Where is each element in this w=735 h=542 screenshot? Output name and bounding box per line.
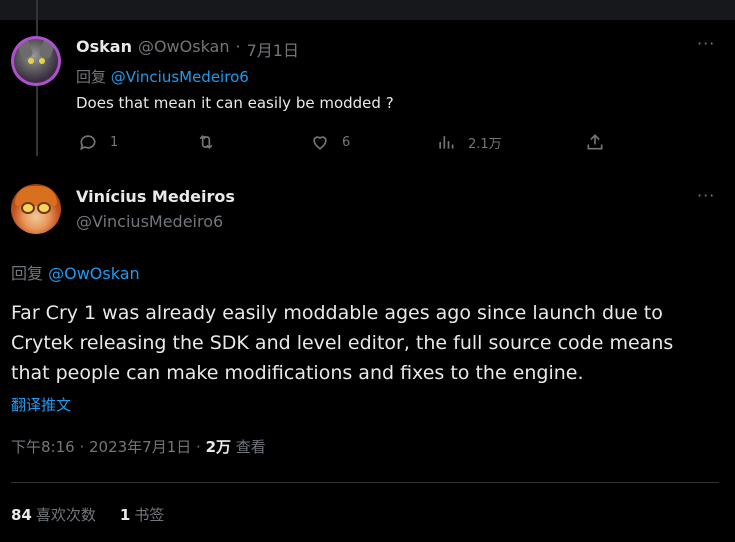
like-button[interactable]: 6	[310, 132, 350, 152]
reply-icon	[80, 135, 96, 151]
more-icon[interactable]: ···	[697, 34, 715, 53]
likes-label: 喜欢次数	[35, 506, 96, 524]
divider	[11, 482, 719, 483]
likes-count: 84	[11, 506, 32, 524]
tweet-text: Far Cry 1 was already easily moddable ag…	[11, 302, 674, 384]
like-count: 6	[342, 134, 351, 150]
separator-dot: ·	[235, 37, 241, 56]
reply-prefix: 回复	[76, 68, 107, 86]
avatar[interactable]	[11, 184, 61, 234]
views-icon	[439, 136, 454, 149]
view-count: 2.1万	[468, 136, 502, 152]
reply-prefix: 回复	[11, 264, 44, 283]
share-button[interactable]	[585, 132, 605, 152]
display-name[interactable]: Vinícius Medeiros	[76, 187, 235, 206]
engagement-stats: 84 喜欢次数 1 书签	[11, 504, 164, 525]
reply-context: 回复 @OwOskan	[11, 260, 140, 284]
bookmarks-stat[interactable]: 1 书签	[120, 504, 164, 525]
reply-button[interactable]: 1	[78, 132, 118, 152]
retweet-icon	[199, 134, 213, 150]
translate-link[interactable]: 翻译推文	[11, 394, 71, 415]
likes-stat[interactable]: 84 喜欢次数	[11, 504, 96, 525]
share-icon	[587, 134, 603, 150]
bookmarks-label: 书签	[134, 506, 165, 524]
user-handle[interactable]: @OwOskan	[138, 37, 230, 61]
retweet-button[interactable]	[196, 132, 228, 152]
like-icon	[313, 136, 327, 150]
top-bar	[0, 0, 735, 20]
bookmarks-count: 1	[119, 506, 131, 524]
tweet-header: Oskan @OwOskan · 7月1日	[76, 37, 299, 61]
tweet-date[interactable]: 7月1日	[247, 37, 299, 61]
reply-context: 回复 @VinciusMedeiro6	[76, 66, 249, 87]
avatar[interactable]	[11, 36, 61, 86]
views-label: 查看	[231, 438, 266, 456]
reply-tweet[interactable]: Oskan @OwOskan · 7月1日 ··· 回复 @VinciusMed…	[0, 20, 735, 162]
display-name[interactable]: Oskan	[76, 37, 132, 61]
more-icon[interactable]: ···	[697, 186, 715, 205]
reply-count: 1	[110, 134, 119, 150]
tweet-text: Does that mean it can easily be modded ?	[76, 94, 394, 112]
views-count: 2万	[205, 438, 231, 456]
mention-link[interactable]: @VinciusMedeiro6	[111, 68, 249, 86]
tweet-meta: 下午8:16 · 2023年7月1日 · 2万 查看	[11, 436, 266, 457]
mention-link[interactable]: @OwOskan	[48, 264, 140, 283]
views-button[interactable]: 2.1万	[436, 132, 502, 152]
tweet-timestamp[interactable]: 下午8:16 · 2023年7月1日 ·	[11, 438, 206, 456]
user-handle[interactable]: @VinciusMedeiro6	[76, 212, 223, 231]
